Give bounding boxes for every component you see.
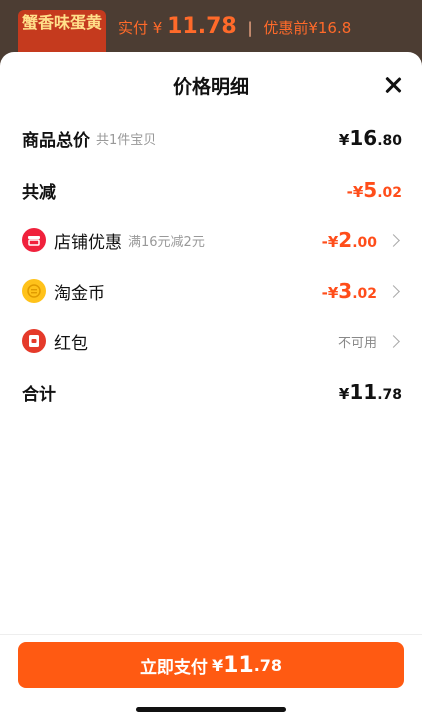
total-reduction-amount: -¥5.02 xyxy=(346,178,402,202)
sum-label: 合计 xyxy=(22,384,56,405)
before-discount-label: 优惠前¥16.8 xyxy=(263,19,352,37)
sum-amount: ¥11.78 xyxy=(338,380,402,404)
red-packet-icon xyxy=(22,329,46,353)
shop-discount-label: 店铺优惠 xyxy=(54,232,122,253)
gold-coin-icon xyxy=(22,279,46,303)
product-thumbnail-text: 蟹香味蛋黄 xyxy=(21,13,102,32)
row-gold-coin[interactable]: 淘金币 -¥3.02 xyxy=(22,275,402,307)
red-packet-status: 不可用 xyxy=(337,335,377,351)
chevron-right-icon xyxy=(387,233,400,247)
close-icon[interactable] xyxy=(382,74,404,96)
total-reduction-label: 共减 xyxy=(22,182,56,203)
row-total-reduction: 共减 -¥5.02 xyxy=(22,174,402,206)
item-total-label: 商品总价 xyxy=(22,130,90,151)
store-icon xyxy=(22,228,46,252)
footer-divider xyxy=(0,634,422,635)
paid-label: 实付 xyxy=(118,19,149,37)
home-indicator[interactable] xyxy=(136,707,286,712)
row-red-packet[interactable]: 红包 不可用 xyxy=(22,325,402,357)
sheet-title: 价格明细 xyxy=(172,76,249,98)
gold-coin-label: 淘金币 xyxy=(54,283,105,304)
row-item-total: 商品总价 共1件宝贝 ¥16.80 xyxy=(22,122,402,154)
item-total-price: ¥16.80 xyxy=(338,126,402,150)
price-detail-sheet: 价格明细 商品总价 共1件宝贝 ¥16.80 共减 -¥5.02 店铺优惠 满1… xyxy=(0,52,422,720)
red-packet-label: 红包 xyxy=(54,333,88,354)
pay-now-dec: .78 xyxy=(253,655,283,675)
paid-amount: 11.78 xyxy=(167,14,237,39)
pay-now-label: 立即支付 xyxy=(139,657,208,678)
chevron-right-icon xyxy=(387,334,400,348)
item-count: 共1件宝贝 xyxy=(96,132,157,148)
pay-now-int: 11 xyxy=(223,652,254,678)
chevron-right-icon xyxy=(387,284,400,298)
paid-yen: ¥ xyxy=(152,19,163,37)
row-sum: 合计 ¥11.78 xyxy=(22,376,402,408)
pay-now-button[interactable]: 立即支付 ¥ 11 .78 xyxy=(18,642,404,688)
pay-now-yen: ¥ xyxy=(211,655,224,675)
gold-coin-amount: -¥3.02 xyxy=(321,279,377,303)
shop-discount-amount: -¥2.00 xyxy=(321,228,377,252)
background-price-info: 实付 ¥ 11.78 | 优惠前¥16.8 xyxy=(118,14,352,39)
shop-discount-rule: 满16元减2元 xyxy=(128,234,205,250)
row-shop-discount[interactable]: 店铺优惠 满16元减2元 -¥2.00 xyxy=(22,224,402,256)
